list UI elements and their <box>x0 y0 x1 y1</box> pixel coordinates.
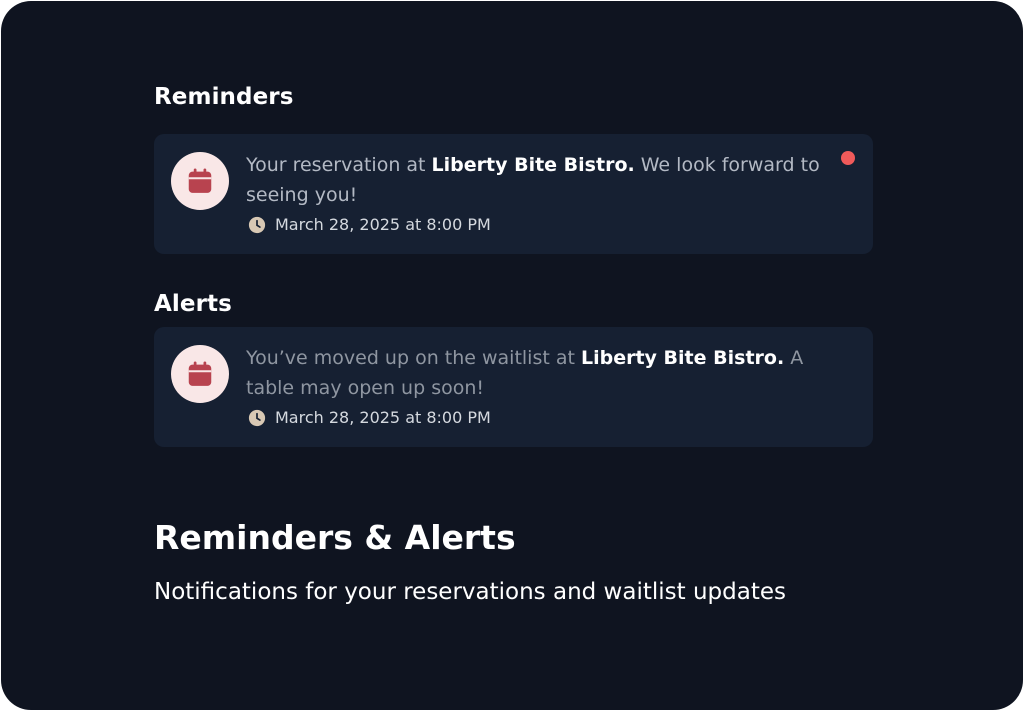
unread-dot <box>841 151 855 165</box>
reminder-message: Your reservation at Liberty Bite Bistro.… <box>246 150 826 210</box>
alert-timestamp-row: March 28, 2025 at 8:00 PM <box>248 408 491 427</box>
reminders-heading: Reminders <box>154 84 294 110</box>
reminder-restaurant: Liberty Bite Bistro. <box>431 154 635 176</box>
alert-timestamp: March 28, 2025 at 8:00 PM <box>275 408 491 427</box>
clock-icon <box>248 409 266 426</box>
alert-message: You’ve moved up on the waitlist at Liber… <box>246 343 826 403</box>
reminder-text-before: Your reservation at <box>246 154 432 176</box>
alert-text-before: You’ve moved up on the waitlist at <box>246 347 581 369</box>
reminder-timestamp-row: March 28, 2025 at 8:00 PM <box>248 215 491 234</box>
reminder-card[interactable]: Your reservation at Liberty Bite Bistro.… <box>154 134 873 254</box>
alert-restaurant: Liberty Bite Bistro. <box>581 347 785 369</box>
alerts-heading: Alerts <box>154 291 232 317</box>
clock-icon <box>248 216 266 233</box>
alert-card[interactable]: You’ve moved up on the waitlist at Liber… <box>154 327 873 447</box>
reminder-timestamp: March 28, 2025 at 8:00 PM <box>275 215 491 234</box>
calendar-icon <box>171 152 229 210</box>
calendar-icon <box>171 345 229 403</box>
notifications-panel: Reminders Your reservation at Liberty Bi… <box>1 1 1023 710</box>
page-title: Reminders & Alerts <box>154 518 516 557</box>
page-subtitle: Notifications for your reservations and … <box>154 579 786 605</box>
